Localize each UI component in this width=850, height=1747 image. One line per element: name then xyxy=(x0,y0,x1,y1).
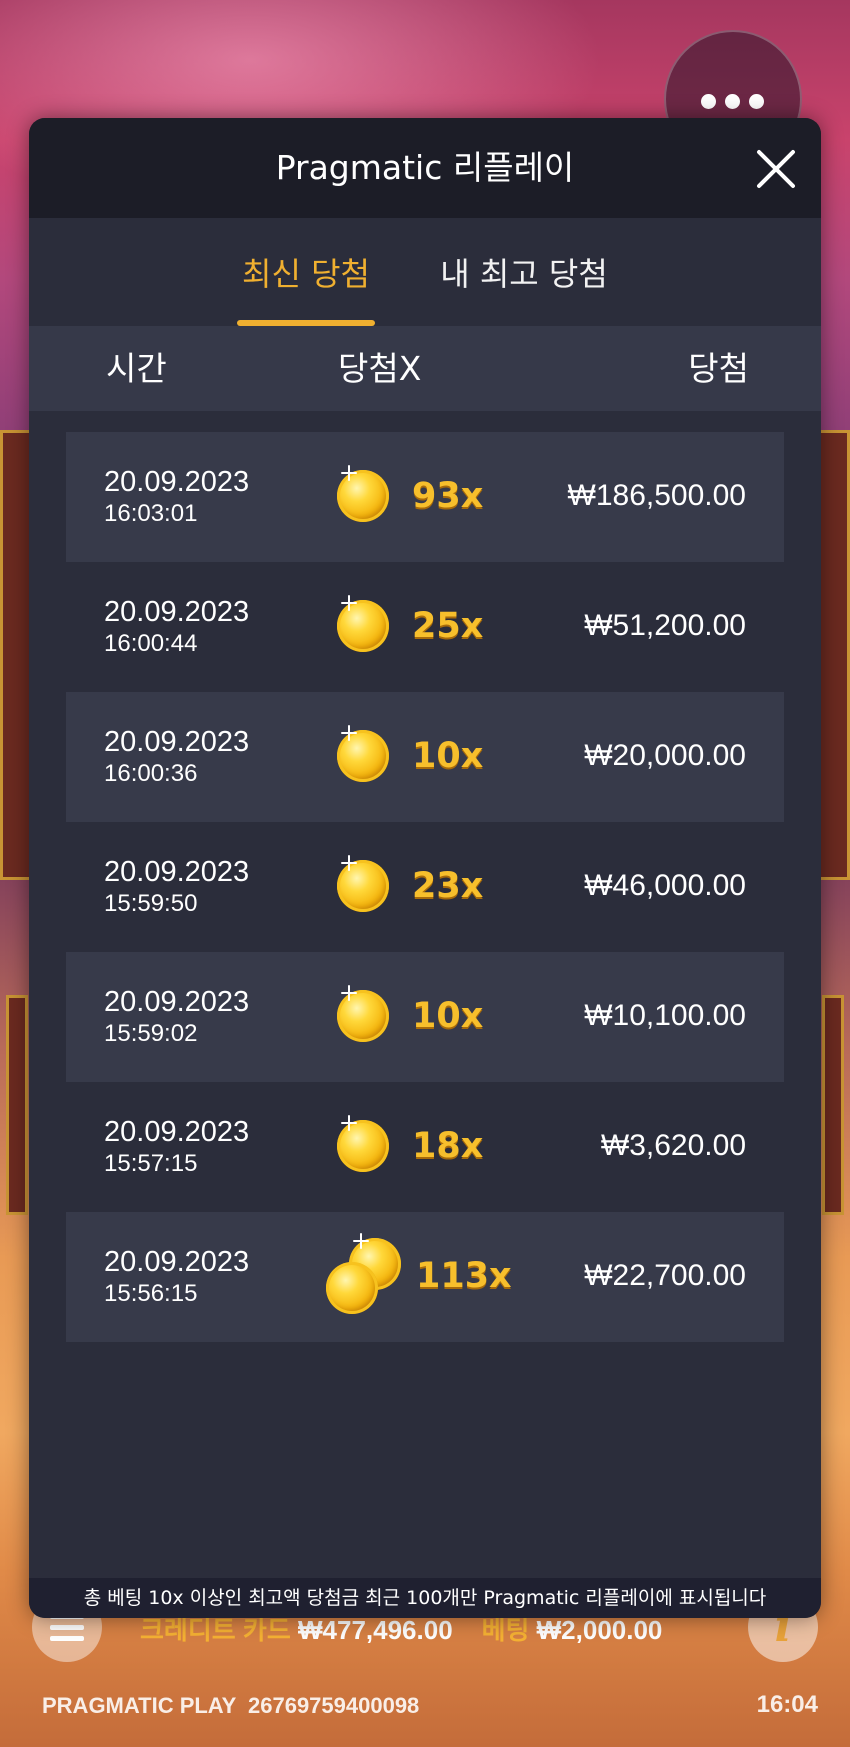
row-amount: ₩51,200.00 xyxy=(584,609,746,642)
coin-icon xyxy=(337,985,389,1042)
tab-bar: 최신 당첨 내 최고 당첨 xyxy=(29,218,821,326)
win-row[interactable]: 20.09.2023 15:59:02 10x ₩10,100.00 xyxy=(66,952,784,1082)
close-icon[interactable] xyxy=(755,148,797,190)
coin-icon xyxy=(326,1262,378,1314)
row-date: 20.09.2023 xyxy=(104,466,250,498)
row-date: 20.09.2023 xyxy=(104,856,250,888)
coin-icon xyxy=(337,855,389,912)
column-header: 시간 당첨X 당첨 xyxy=(29,326,821,411)
row-multiplier: 10x xyxy=(412,996,484,1036)
row-amount: ₩186,500.00 xyxy=(567,479,746,512)
tab-my-best-wins[interactable]: 내 최고 당첨 xyxy=(429,218,619,326)
row-time: 15:56:15 xyxy=(104,1280,198,1307)
row-amount: ₩3,620.00 xyxy=(600,1129,746,1162)
row-time: 15:59:02 xyxy=(104,1020,198,1047)
bet-label: 베팅 xyxy=(481,1615,530,1645)
win-row[interactable]: 20.09.2023 15:56:15 113x ₩22,700.00 xyxy=(66,1212,784,1342)
modal-header: Pragmatic 리플레이 xyxy=(29,118,821,218)
win-row[interactable]: 20.09.2023 16:03:01 93x ₩186,500.00 xyxy=(66,432,784,562)
row-amount: ₩22,700.00 xyxy=(584,1259,746,1292)
coin-icon xyxy=(337,725,389,782)
reel-frame-right xyxy=(816,430,850,880)
row-amount: ₩20,000.00 xyxy=(584,739,746,772)
tab-label: 내 최고 당첨 xyxy=(440,255,608,293)
win-row[interactable]: 20.09.2023 16:00:36 10x ₩20,000.00 xyxy=(66,692,784,822)
coin-icon xyxy=(337,595,389,652)
row-time: 15:57:15 xyxy=(104,1150,198,1177)
coin-icon xyxy=(337,465,389,522)
pillar-right xyxy=(822,995,844,1215)
credit-label: 크레디트 카드 xyxy=(140,1615,291,1645)
row-time: 15:59:50 xyxy=(104,890,198,917)
coin-icon xyxy=(337,1115,389,1172)
win-row[interactable]: 20.09.2023 16:00:44 25x ₩51,200.00 xyxy=(66,562,784,692)
row-time: 16:03:01 xyxy=(104,500,198,527)
row-time: 16:00:44 xyxy=(104,630,198,657)
row-multiplier: 25x xyxy=(412,606,484,646)
status-bar: PRAGMATIC PLAY 26769759400098 16:04 xyxy=(0,1688,850,1728)
bet-value: ₩2,000.00 xyxy=(536,1615,663,1645)
column-time: 시간 xyxy=(106,349,167,388)
row-date: 20.09.2023 xyxy=(104,1116,250,1148)
row-amount: ₩46,000.00 xyxy=(584,869,746,902)
win-row[interactable]: 20.09.2023 15:57:15 18x ₩3,620.00 xyxy=(66,1082,784,1212)
credit-value: ₩477,496.00 xyxy=(297,1615,453,1645)
row-multiplier: 23x xyxy=(412,866,484,906)
footer-note: 총 베팅 10x 이상인 최고액 당첨금 최근 100개만 Pragmatic … xyxy=(29,1578,821,1618)
row-multiplier: 93x xyxy=(412,476,484,516)
tab-latest-wins[interactable]: 최신 당첨 xyxy=(237,218,375,326)
column-multiplier: 당첨X xyxy=(338,349,422,388)
modal-title: Pragmatic 리플레이 xyxy=(275,148,575,187)
row-time: 16:00:36 xyxy=(104,760,198,787)
row-date: 20.09.2023 xyxy=(104,726,250,758)
row-amount: ₩10,100.00 xyxy=(584,999,746,1032)
pillar-left xyxy=(6,995,28,1215)
wins-list: 20.09.2023 16:03:01 93x ₩186,500.00 20.0… xyxy=(66,432,784,1342)
clock: 16:04 xyxy=(756,1691,818,1718)
game-id: 26769759400098 xyxy=(248,1693,420,1718)
row-date: 20.09.2023 xyxy=(104,1246,250,1278)
row-date: 20.09.2023 xyxy=(104,596,250,628)
row-multiplier: 113x xyxy=(416,1256,512,1296)
tab-label: 최신 당첨 xyxy=(242,255,370,293)
column-win: 당첨 xyxy=(688,349,749,388)
replay-modal: Pragmatic 리플레이 최신 당첨 내 최고 당첨 시간 당첨X 당첨 2… xyxy=(29,118,821,1618)
more-dots-icon xyxy=(701,94,764,109)
win-row[interactable]: 20.09.2023 15:59:50 23x ₩46,000.00 xyxy=(66,822,784,952)
row-multiplier: 18x xyxy=(412,1126,484,1166)
brand-label: PRAGMATIC PLAY xyxy=(42,1693,237,1718)
row-date: 20.09.2023 xyxy=(104,986,250,1018)
row-multiplier: 10x xyxy=(412,736,484,776)
